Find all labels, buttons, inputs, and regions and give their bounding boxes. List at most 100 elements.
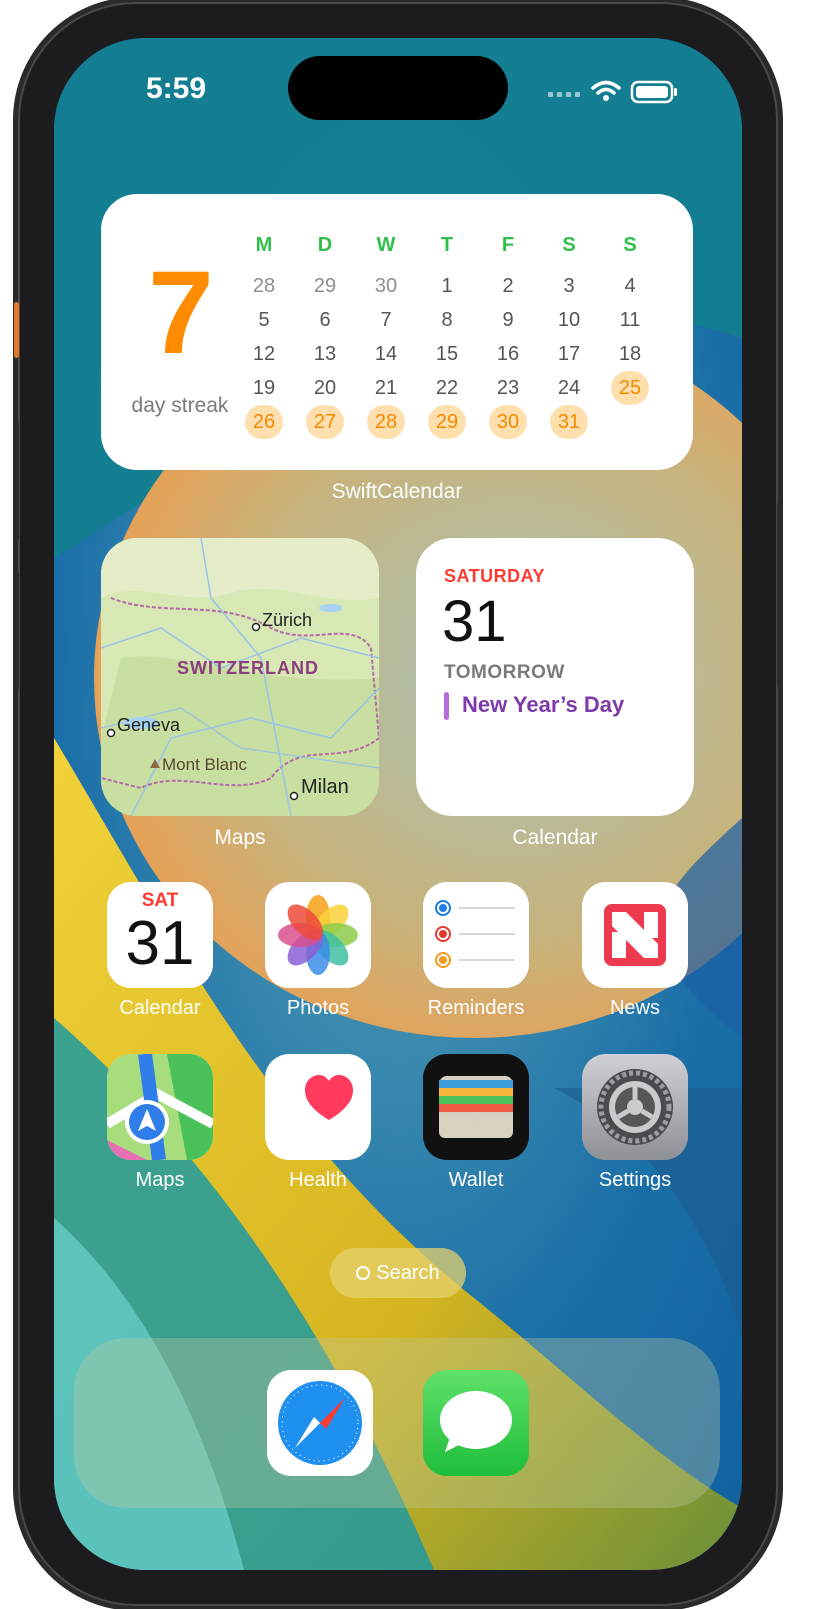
calendar-day-streak: 28 [367,405,405,439]
weekday-header: S [623,234,637,256]
calendar-day: 3 [563,275,575,297]
weekday-header: F [501,234,515,256]
wifi-icon [591,80,621,95]
side-button [777,502,782,688]
volume-down-button [14,572,19,690]
weekday-header: W [376,234,396,256]
calendar-day: 5 [258,309,270,331]
calendar-day: 24 [557,377,581,399]
weekday-header: S [562,234,576,256]
map-label-mont-blanc: Mont Blanc [162,755,248,774]
app-calendar[interactable]: SAT 31 Calendar [107,882,213,1020]
streak-widget[interactable]: 7 day streak M D W T F S S 28 29 30 1 2 … [101,194,693,470]
calendar-day: 14 [374,343,398,365]
calendar-day: 10 [557,309,581,331]
wallet-icon [423,1054,529,1160]
app-maps[interactable]: Maps [107,1054,213,1192]
maps-widget[interactable]: Zürich SWITZERLAND Geneva Mont Blanc Mil… [101,538,379,816]
calendar-widget-day: SATURDAY [444,566,546,586]
app-label: Calendar [119,997,201,1019]
app-label: Health [289,1169,347,1191]
map-label-geneva: Geneva [117,715,181,735]
map-label-milan: Milan [301,776,349,798]
messages-icon[interactable] [423,1370,529,1476]
streak-widget-label: SwiftCalendar [331,480,463,503]
streak-count: 7 [148,247,214,379]
volume-up-button [14,422,19,540]
app-label: Settings [598,1169,672,1191]
calendar-day: 11 [619,309,641,331]
status-time: 5:59 [146,72,207,105]
calendar-day: 21 [374,377,398,399]
reminders-icon [423,882,529,988]
event-color-bar [444,692,449,720]
calendar-icon-date: 31 [125,909,195,978]
map-label-switzerland: SWITZERLAND [177,658,319,678]
safari-icon[interactable] [267,1370,373,1476]
calendar-day: 30 [374,275,398,297]
calendar-day: 20 [313,377,337,399]
photos-icon [265,882,371,988]
streak-label: day streak [131,394,229,417]
calendar-widget[interactable]: SATURDAY 31 TOMORROW New Year’s Day [416,538,694,816]
search-label: Search [376,1262,440,1284]
app-label: Maps [135,1169,185,1191]
calendar-day: 18 [618,343,642,365]
calendar-day: 2 [502,275,514,297]
app-wallet[interactable]: Wallet [423,1054,529,1192]
health-icon [265,1054,371,1160]
calendar-day: 12 [252,343,276,365]
calendar-day: 4 [624,275,636,297]
cellular-icon [548,92,580,97]
home-screen: 5:59 7 day streak M D W T F S S 28 29 30… [54,38,742,1570]
app-label: Photos [286,997,350,1019]
calendar-day-streak: 26 [245,405,283,439]
news-icon [582,882,688,988]
calendar-day: 7 [380,309,392,331]
calendar-day: 16 [496,343,520,365]
settings-gear-icon [582,1054,688,1160]
calendar-day: 6 [319,309,331,331]
calendar-day-streak: 30 [489,405,527,439]
app-settings[interactable]: Settings [582,1054,688,1192]
weekday-header: M [255,234,273,256]
app-photos[interactable]: Photos [265,882,371,1020]
dynamic-island [288,56,508,120]
battery-icon [630,80,677,104]
calendar-day: 13 [313,343,337,365]
calendar-day: 1 [441,275,453,297]
calendar-day: 29 [313,275,337,297]
maps-app-icon [107,1054,213,1160]
search-icon [356,1266,371,1280]
app-news[interactable]: News [582,882,688,1020]
maps-widget-label: Maps [214,826,266,849]
calendar-day: 28 [252,275,276,297]
calendar-day-streak: 29 [428,405,466,439]
calendar-day: 19 [252,377,276,399]
calendar-day: 15 [435,343,459,365]
weekday-header: D [317,234,333,256]
dock [74,1338,720,1508]
app-health[interactable]: Health [265,1054,371,1192]
weekday-header: T [440,234,454,256]
calendar-widget-label: Calendar [512,826,598,849]
calendar-app-icon: SAT 31 [107,882,213,988]
map-label-zurich: Zürich [262,610,313,630]
calendar-day: 8 [441,309,453,331]
calendar-widget-event[interactable]: New Year’s Day [462,692,624,718]
calendar-day-streak: 31 [550,405,588,439]
app-label: News [609,997,660,1019]
app-reminders[interactable]: Reminders [423,882,529,1020]
calendar-day: 22 [435,377,459,399]
calendar-day: 23 [496,377,520,399]
calendar-day: 17 [557,343,581,365]
calendar-widget-tomorrow: TOMORROW [444,662,565,683]
calendar-widget-date: 31 [442,589,507,654]
calendar-day: 9 [502,309,514,331]
app-label: Wallet [448,1169,504,1191]
calendar-day-streak: 27 [306,405,344,439]
action-button [14,302,19,358]
app-label: Reminders [427,997,525,1019]
search-button[interactable]: Search [330,1248,466,1298]
status-icons [548,80,677,104]
